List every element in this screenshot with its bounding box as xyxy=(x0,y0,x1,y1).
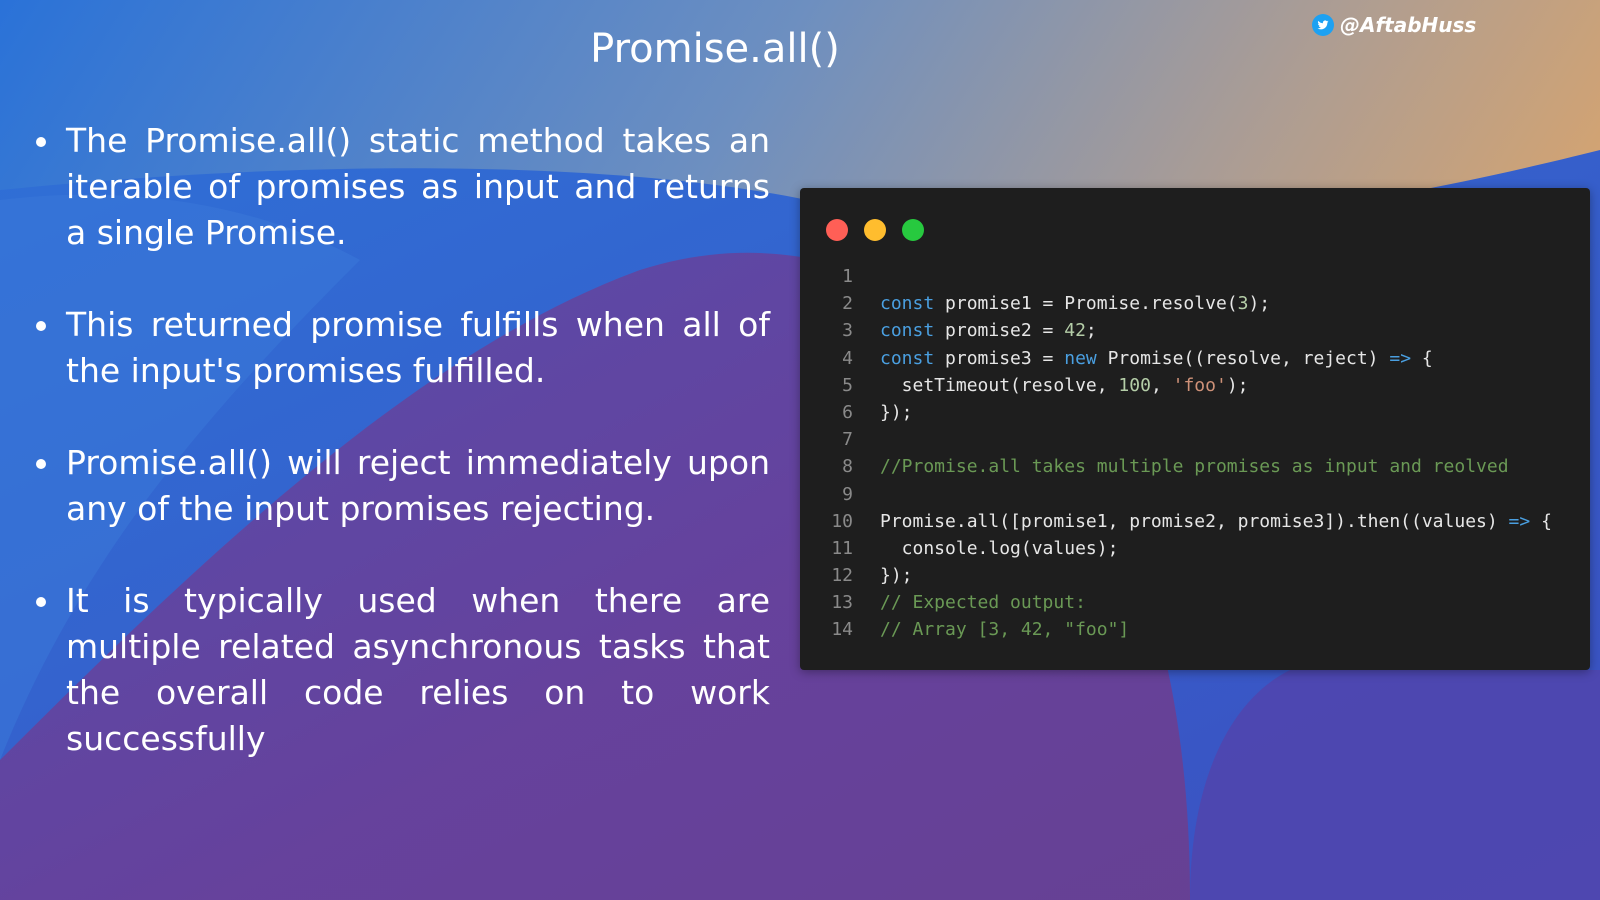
bullet-text: It is typically used when there are mult… xyxy=(66,581,770,758)
code-token: ); xyxy=(1248,293,1271,315)
code-line: 2 const promise1 = Promise.resolve(3); xyxy=(800,290,1590,317)
line-number: 11 xyxy=(831,537,853,559)
line-number: 5 xyxy=(842,374,853,396)
code-block: 1 2 const promise1 = Promise.resolve(3); 3 c… xyxy=(800,263,1590,644)
maximize-window-button[interactable] xyxy=(902,219,924,241)
code-token: promise1 = Promise.resolve( xyxy=(934,293,1238,315)
code-text: // Expected output: xyxy=(853,589,1086,616)
bullet-item: The Promise.all() static method takes an… xyxy=(34,118,770,256)
line-number: 8 xyxy=(842,456,853,478)
code-line: 3 const promise2 = 42; xyxy=(800,317,1590,344)
code-token: promise2 = xyxy=(934,320,1065,342)
bullet-text: The Promise.all() static method takes an… xyxy=(66,121,770,252)
code-line: 4 const promise3 = new Promise((resolve, … xyxy=(800,345,1590,372)
code-window: 1 2 const promise1 = Promise.resolve(3); 3 c… xyxy=(800,188,1590,670)
bullet-item: Promise.all() will reject immediately up… xyxy=(34,440,770,532)
code-line: 1 xyxy=(800,263,1590,290)
code-token: setTimeout(resolve, xyxy=(880,374,1119,396)
code-token: 'foo' xyxy=(1172,374,1227,396)
code-token: console.log(values); xyxy=(880,537,1119,559)
code-line: 10 Promise.all([promise1, promise2, promi… xyxy=(800,508,1590,535)
code-line: 12}); xyxy=(800,562,1590,589)
twitter-bird-icon xyxy=(1312,14,1334,36)
code-line: 7 xyxy=(800,426,1590,453)
bullet-item: It is typically used when there are mult… xyxy=(34,578,770,762)
code-text: // Array [3, 42, "foo"] xyxy=(853,616,1129,643)
handle-text: @AftabHuss xyxy=(1340,13,1477,37)
code-token: // Array [3, 42, "foo"] xyxy=(880,619,1130,641)
line-number: 3 xyxy=(842,320,853,342)
bullet-dot xyxy=(36,137,46,147)
code-line: 14 // Array [3, 42, "foo"] xyxy=(800,616,1590,643)
bullet-text: This returned promise fulfills when all … xyxy=(66,305,770,390)
bullet-dot xyxy=(36,597,46,607)
bullet-item: This returned promise fulfills when all … xyxy=(34,302,770,394)
code-token: 3 xyxy=(1237,293,1249,315)
code-line: 9 xyxy=(800,481,1590,508)
code-text: const promise2 = 42; xyxy=(853,317,1097,344)
close-window-button[interactable] xyxy=(826,219,848,241)
code-token: //Promise.all takes multiple promises as… xyxy=(880,456,1509,478)
code-token: const xyxy=(880,293,935,315)
line-number: 9 xyxy=(842,483,853,505)
code-text: }); xyxy=(853,562,913,589)
code-token: Promise.all([promise1, promise2, promise… xyxy=(880,510,1509,532)
bullet-dot xyxy=(36,459,46,469)
code-line: 8 //Promise.all takes multiple promises a… xyxy=(800,453,1590,480)
code-text: }); xyxy=(853,399,913,426)
minimize-window-button[interactable] xyxy=(864,219,886,241)
line-number: 13 xyxy=(831,592,853,614)
code-token: => xyxy=(1389,347,1412,369)
code-token: // Expected output: xyxy=(880,592,1086,614)
line-number: 14 xyxy=(831,619,853,641)
code-text: //Promise.all takes multiple promises as… xyxy=(853,453,1509,480)
code-token: const xyxy=(880,347,935,369)
bullet-list: The Promise.all() static method takes an… xyxy=(34,118,770,808)
code-token: { xyxy=(1411,347,1433,369)
code-text: Promise.all([promise1, promise2, promise… xyxy=(853,508,1552,535)
slide-title: Promise.all() xyxy=(590,26,840,72)
code-token: 100 xyxy=(1118,374,1151,396)
code-line: 13 // Expected output: xyxy=(800,589,1590,616)
code-token: const xyxy=(880,320,935,342)
code-token: }); xyxy=(880,401,913,423)
code-text: const promise1 = Promise.resolve(3); xyxy=(853,290,1270,317)
bullet-dot xyxy=(36,321,46,331)
code-text: const promise3 = new Promise((resolve, r… xyxy=(853,345,1433,372)
twitter-handle[interactable]: @AftabHuss xyxy=(1312,10,1476,40)
code-line: 5 setTimeout(resolve, 100, 'foo'); xyxy=(800,372,1590,399)
code-token: { xyxy=(1530,510,1552,532)
line-number: 7 xyxy=(842,429,853,451)
code-line: 11 console.log(values); xyxy=(800,535,1590,562)
code-token: , xyxy=(1150,374,1173,396)
line-number: 1 xyxy=(842,266,853,287)
line-number: 12 xyxy=(831,565,853,587)
code-token: ); xyxy=(1226,374,1249,396)
code-token: => xyxy=(1508,510,1531,532)
code-text: setTimeout(resolve, 100, 'foo'); xyxy=(853,372,1249,399)
line-number: 6 xyxy=(842,401,853,423)
code-token: Promise((resolve, reject) xyxy=(1096,347,1390,369)
code-token: promise3 = xyxy=(934,347,1065,369)
bullet-text: Promise.all() will reject immediately up… xyxy=(66,443,770,528)
line-number: 4 xyxy=(842,347,853,369)
code-token: }); xyxy=(880,565,913,587)
code-token: new xyxy=(1064,347,1097,369)
code-line: 6}); xyxy=(800,399,1590,426)
code-text: console.log(values); xyxy=(853,535,1119,562)
code-token: 42 xyxy=(1064,320,1086,342)
line-number: 10 xyxy=(831,510,853,532)
line-number: 2 xyxy=(842,293,853,315)
code-token: ; xyxy=(1085,320,1097,342)
